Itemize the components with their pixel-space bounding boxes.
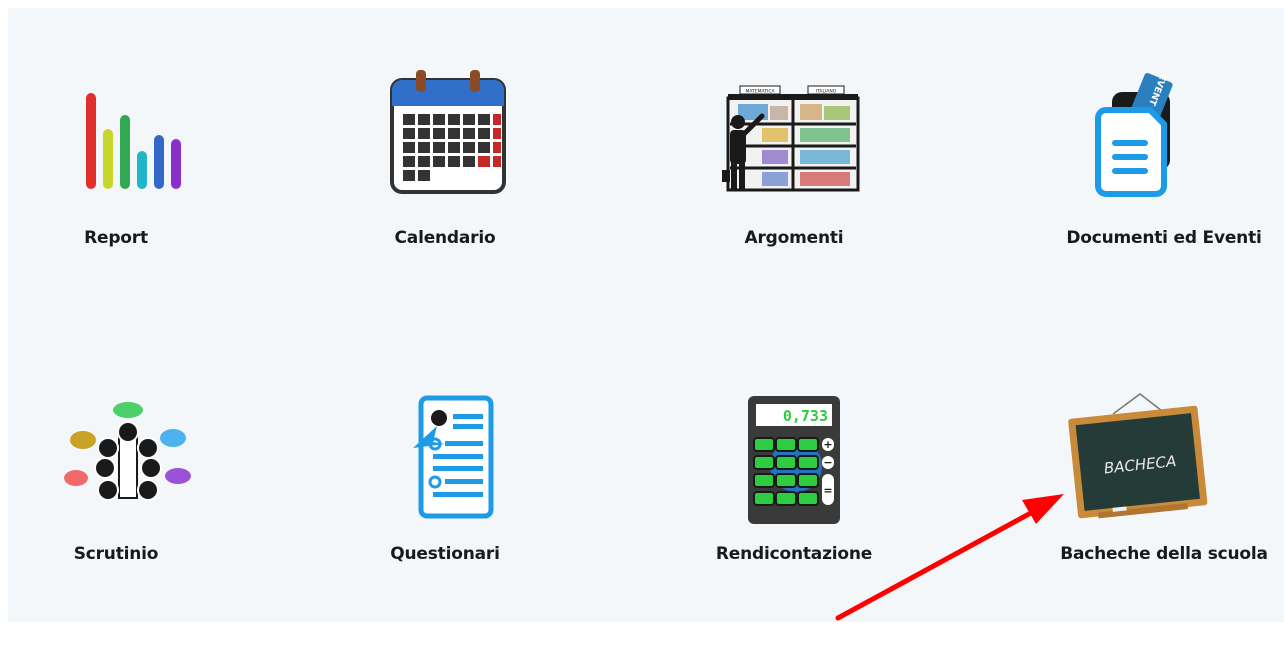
annotation-arrow	[835, 494, 1064, 621]
